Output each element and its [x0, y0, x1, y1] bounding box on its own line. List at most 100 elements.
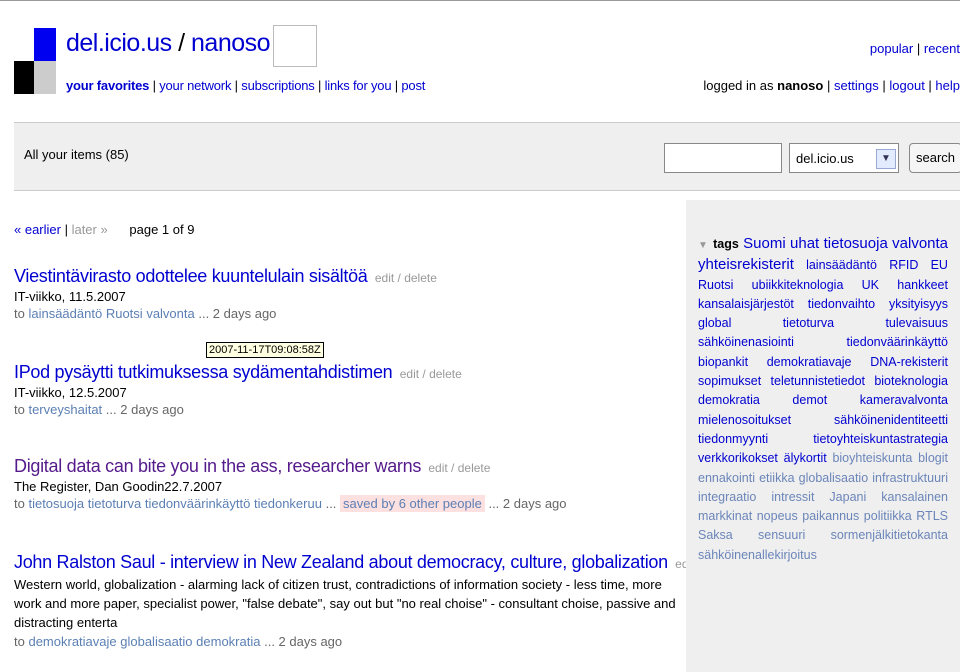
tag-link[interactable]: lainsäädäntö [28, 306, 102, 321]
nav-post[interactable]: post [401, 78, 425, 93]
tag-cloud-link[interactable]: sähköinenallekirjoitus [698, 548, 817, 562]
post-title-link[interactable]: John Ralston Saul - interview in New Zea… [14, 552, 668, 572]
tag-link[interactable]: tietosuoja [28, 496, 84, 511]
edit-delete-link[interactable]: edit / delete [400, 367, 462, 381]
tag-cloud-link[interactable]: lainsäädäntö [806, 258, 877, 272]
tag-cloud-link[interactable]: Suomi [743, 235, 786, 252]
tag-cloud-link[interactable]: globalisaatio [799, 471, 869, 485]
nav-your-network[interactable]: your network [159, 78, 231, 93]
tag-link[interactable]: globalisaatio [120, 634, 192, 649]
tag-cloud-link[interactable]: sopimukset [698, 374, 761, 388]
tag-link[interactable]: tietoturva [88, 496, 141, 511]
tag-cloud-link[interactable]: tietoturva [783, 316, 834, 330]
tag-cloud-link[interactable]: ubiikkiteknologia [752, 278, 844, 292]
tag-cloud: ▼ tags Suomi uhat tietosuoja valvonta yh… [698, 234, 948, 565]
tag-link[interactable]: demokratia [196, 634, 260, 649]
tag-cloud-link[interactable]: EU [931, 258, 948, 272]
tag-link[interactable]: tiedonkeruu [254, 496, 322, 511]
tag-cloud-link[interactable]: nopeus [757, 509, 798, 523]
tag-cloud-link[interactable]: tietosuoja [824, 235, 888, 252]
help-link[interactable]: help [935, 78, 960, 93]
tag-cloud-link[interactable]: markkinat [698, 509, 752, 523]
tag-cloud-link[interactable]: RFID [889, 258, 918, 272]
tag-cloud-link[interactable]: kansalainen [881, 490, 948, 504]
saved-by-others-link[interactable]: saved by 6 other people [340, 495, 485, 512]
user-link[interactable]: nanoso [191, 29, 271, 57]
tag-cloud-link[interactable]: UK [862, 278, 879, 292]
recent-link[interactable]: recent [924, 41, 960, 56]
tag-cloud-link[interactable]: älykortit [784, 451, 827, 465]
nav-your-favorites[interactable]: your favorites [66, 78, 149, 93]
collapse-arrow-icon[interactable]: ▼ [698, 240, 709, 251]
pager: « earlier | later » page 1 of 9 [14, 222, 195, 237]
tag-cloud-link[interactable]: tulevaisuus [885, 316, 948, 330]
post-title-link[interactable]: Viestintävirasto odottelee kuuntelulain … [14, 266, 368, 286]
tag-cloud-link[interactable]: blogit [918, 451, 948, 465]
tag-cloud-link[interactable]: bioyhteiskunta [832, 451, 912, 465]
search-input[interactable] [664, 143, 782, 173]
nav-subscriptions[interactable]: subscriptions [241, 78, 314, 93]
tag-cloud-link[interactable]: tiedonväärinkäyttö [847, 335, 948, 349]
tag-cloud-link[interactable]: sähköinenasiointi [698, 335, 794, 349]
tag-link[interactable]: terveyshaitat [28, 402, 102, 417]
tag-cloud-link[interactable]: tiedonmyynti [698, 432, 768, 446]
tag-cloud-link[interactable]: sähköinenidentiteetti [834, 413, 948, 427]
tag-cloud-link[interactable]: sensuuri [758, 528, 805, 542]
tag-cloud-link[interactable]: teletunnistetiedot [771, 374, 866, 388]
settings-link[interactable]: settings [834, 78, 879, 93]
tag-cloud-link[interactable]: infrastruktuuri [872, 471, 948, 485]
later-link[interactable]: later » [72, 222, 108, 237]
tag-cloud-link[interactable]: mielenosoitukset [698, 413, 791, 427]
post-meta: to demokratiavaje globalisaatio demokrat… [14, 634, 737, 649]
tag-cloud-link[interactable]: yksityisyys [889, 297, 948, 311]
tag-cloud-link[interactable]: paikannus [802, 509, 859, 523]
post-title-link[interactable]: Digital data can bite you in the ass, re… [14, 456, 421, 476]
nav-links-for-you[interactable]: links for you [325, 78, 392, 93]
tag-cloud-link[interactable]: tietoyhteiskuntastrategia [813, 432, 948, 446]
tag-cloud-link[interactable]: bioteknologia [874, 374, 948, 388]
chevron-down-icon[interactable]: ▼ [876, 149, 896, 169]
tag-cloud-link[interactable]: kameravalvonta [860, 393, 948, 407]
tag-cloud-link[interactable]: uhat [790, 235, 819, 252]
search-button[interactable]: search [909, 143, 960, 173]
tag-cloud-link[interactable]: DNA-rekisterit [870, 355, 948, 369]
tag-cloud-link[interactable]: verkkorikokset [698, 451, 778, 465]
edit-delete-link[interactable]: edit / delete [428, 461, 490, 475]
tag-cloud-link[interactable]: Japani [829, 490, 866, 504]
popular-link[interactable]: popular [870, 41, 913, 56]
tag-cloud-link[interactable]: global [698, 316, 731, 330]
tag-cloud-link[interactable]: biopankit [698, 355, 748, 369]
edit-delete-link[interactable]: edit / delete [375, 271, 437, 285]
tag-cloud-link[interactable]: kansalaisjärjestöt [698, 297, 794, 311]
tag-cloud-link[interactable]: integraatio [698, 490, 756, 504]
tag-link[interactable]: tiedonväärinkäyttö [145, 496, 251, 511]
tag-cloud-link[interactable]: sormenjälkitietokanta [831, 528, 948, 542]
earlier-link[interactable]: « earlier [14, 222, 61, 237]
logout-link[interactable]: logout [889, 78, 924, 93]
tag-cloud-link[interactable]: demot [792, 393, 827, 407]
tag-cloud-link[interactable]: etiikka [759, 471, 794, 485]
tag-cloud-link[interactable]: ennakointi [698, 471, 755, 485]
tag-cloud-link[interactable]: demokratiavaje [767, 355, 852, 369]
tag-cloud-link[interactable]: politiikka [864, 509, 912, 523]
tag-cloud-link[interactable]: valvonta [892, 235, 948, 252]
tag-link[interactable]: demokratiavaje [28, 634, 116, 649]
tag-cloud-link[interactable]: tiedonvaihto [808, 297, 875, 311]
post-item: Viestintävirasto odottelee kuuntelulain … [14, 266, 437, 321]
tag-cloud-link[interactable]: intressit [771, 490, 814, 504]
tag-filter-box[interactable] [273, 25, 317, 67]
to-label: to [14, 402, 25, 417]
search-scope-select[interactable]: del.icio.us ▼ [789, 143, 899, 173]
tag-link[interactable]: valvonta [146, 306, 194, 321]
tag-cloud-link[interactable]: RTLS [916, 509, 948, 523]
tag-cloud-link[interactable]: yhteisrekisterit [698, 256, 794, 273]
delicious-logo[interactable] [14, 28, 56, 94]
tag-cloud-link[interactable]: Ruotsi [698, 278, 733, 292]
tag-cloud-link[interactable]: demokratia [698, 393, 760, 407]
tag-cloud-link[interactable]: Saksa [698, 528, 733, 542]
tag-link[interactable]: Ruotsi [106, 306, 143, 321]
username: nanoso [777, 78, 824, 93]
post-title-link[interactable]: IPod pysäytti tutkimuksessa sydämentahdi… [14, 362, 393, 382]
tag-cloud-link[interactable]: hankkeet [897, 278, 948, 292]
site-link[interactable]: del.icio.us [66, 29, 172, 57]
